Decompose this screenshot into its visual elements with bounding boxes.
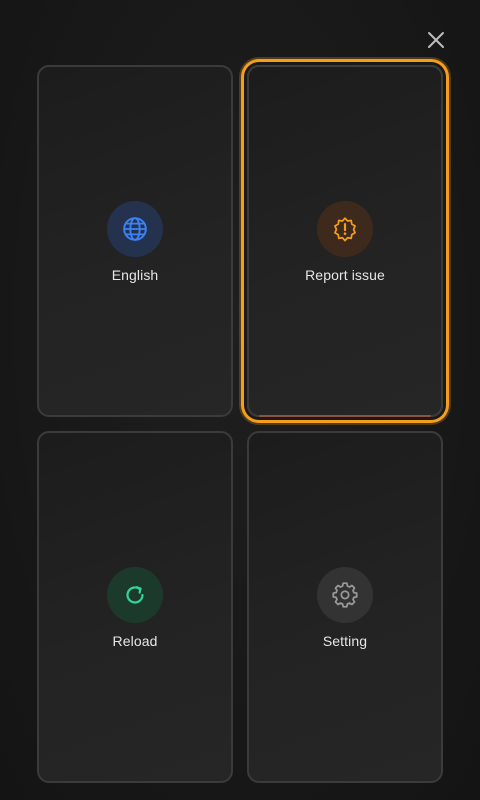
refresh-icon	[126, 586, 144, 604]
english-label: English	[111, 267, 159, 283]
setting-tile[interactable]: Setting	[247, 431, 443, 783]
report-issue-label: Report issue	[305, 267, 385, 283]
reload-label: Reload	[112, 633, 158, 649]
english-language-tile[interactable]: English	[37, 65, 233, 417]
quick-menu-overlay: English Report issue Reload Setting	[0, 0, 480, 800]
reload-icon-circle	[107, 567, 163, 623]
setting-label: Setting	[322, 633, 368, 649]
reload-tile[interactable]: Reload	[37, 431, 233, 783]
globe-icon	[123, 217, 147, 241]
alert-badge-icon	[334, 217, 356, 242]
english-icon-circle	[107, 201, 163, 257]
gear-icon	[332, 582, 358, 608]
report-issue-tile[interactable]: Report issue	[247, 65, 443, 417]
close-button[interactable]	[422, 26, 450, 54]
close-icon	[428, 32, 444, 48]
report-issue-icon-circle	[317, 201, 373, 257]
setting-icon-circle	[317, 567, 373, 623]
